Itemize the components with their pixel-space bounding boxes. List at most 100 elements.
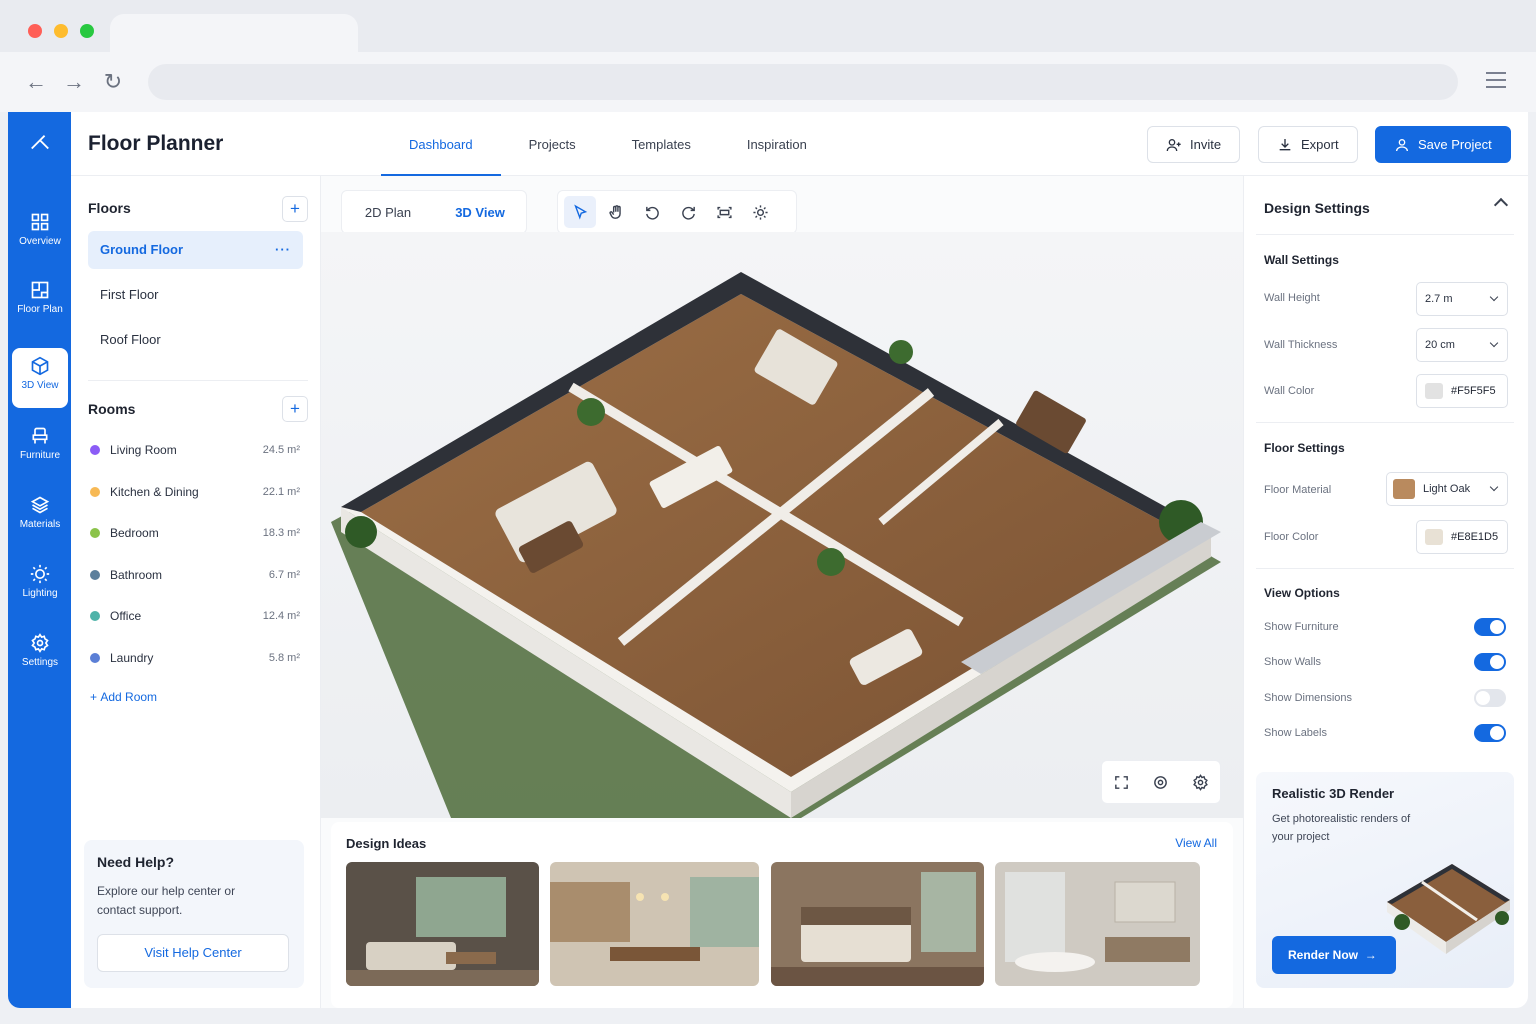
room-item[interactable]: Bedroom 18.3 m² xyxy=(90,523,300,543)
fullscreen-icon[interactable] xyxy=(1113,774,1130,791)
floor-item-roof[interactable]: Roof Floor xyxy=(88,321,303,359)
rail-label: Settings xyxy=(21,657,59,668)
rail-item-furniture[interactable]: Furniture xyxy=(12,418,68,478)
browser-menu-icon[interactable] xyxy=(1486,72,1506,88)
wall-settings-title: Wall Settings xyxy=(1264,253,1339,267)
show-labels-label: Show Labels xyxy=(1264,727,1327,739)
rotate-left-tool[interactable] xyxy=(636,196,668,228)
icon-rail: Overview Floor Plan 3D View Furniture Ma… xyxy=(8,112,71,1008)
more-icon[interactable]: ··· xyxy=(275,231,291,269)
toggle-3d-view[interactable]: 3D View xyxy=(434,191,526,233)
rail-item-floor-plan[interactable]: Floor Plan xyxy=(12,272,68,332)
divider xyxy=(1256,568,1514,569)
view-controls xyxy=(1101,760,1221,804)
add-room-plus-button[interactable]: + xyxy=(282,396,308,422)
room-item[interactable]: Bathroom 6.7 m² xyxy=(90,565,300,585)
tab-templates[interactable]: Templates xyxy=(604,112,719,176)
frame-tool[interactable] xyxy=(708,196,740,228)
design-ideas-title: Design Ideas xyxy=(346,836,427,851)
add-user-icon xyxy=(1166,138,1181,151)
show-walls-toggle[interactable] xyxy=(1474,653,1506,671)
app-header: Floor Planner Dashboard Projects Templat… xyxy=(71,112,1528,176)
user-icon xyxy=(1396,138,1408,151)
camera-icon[interactable] xyxy=(1152,774,1169,791)
tab-projects[interactable]: Projects xyxy=(501,112,604,176)
rail-item-overview[interactable]: Overview xyxy=(12,204,68,264)
show-furniture-toggle[interactable] xyxy=(1474,618,1506,636)
divider xyxy=(1256,234,1514,235)
download-icon xyxy=(1279,138,1291,150)
visit-help-center-button[interactable]: Visit Help Center xyxy=(97,934,289,972)
gear-icon[interactable] xyxy=(1192,773,1209,791)
show-labels-toggle[interactable] xyxy=(1474,724,1506,742)
wall-thickness-select[interactable]: 20 cm xyxy=(1416,328,1508,362)
pan-tool[interactable] xyxy=(600,196,632,228)
rooms-title: Rooms xyxy=(88,401,136,417)
rail-item-3d-view[interactable]: 3D View xyxy=(12,348,68,408)
address-bar[interactable] xyxy=(148,64,1458,100)
plus-icon: + xyxy=(90,690,101,704)
chevron-down-icon xyxy=(1489,292,1499,302)
shrub xyxy=(345,516,377,548)
select-tool[interactable] xyxy=(564,196,596,228)
room-item[interactable]: Kitchen & Dining 22.1 m² xyxy=(90,482,300,502)
cube-icon xyxy=(31,356,49,376)
add-floor-button[interactable]: + xyxy=(282,196,308,222)
room-item[interactable]: Office 12.4 m² xyxy=(90,606,300,626)
minimize-window-icon[interactable] xyxy=(54,24,68,38)
room-area: 12.4 m² xyxy=(262,610,300,622)
browser-nav-row: ← → ↻ xyxy=(0,52,1536,112)
chevron-down-icon xyxy=(1489,338,1499,348)
floor-material-value: Light Oak xyxy=(1423,483,1471,495)
wall-height-value: 2.7 m xyxy=(1425,293,1453,305)
wall-height-select[interactable]: 2.7 m xyxy=(1416,282,1508,316)
rail-item-lighting[interactable]: Lighting xyxy=(12,556,68,616)
room-item[interactable]: Laundry 5.8 m² xyxy=(90,648,300,668)
divider xyxy=(1256,422,1514,423)
room-item[interactable]: Living Room 24.5 m² xyxy=(90,440,300,460)
chevron-up-icon[interactable] xyxy=(1493,197,1509,213)
view-all-link[interactable]: View All xyxy=(1175,836,1217,850)
room-name: Bedroom xyxy=(110,526,159,540)
export-button[interactable]: Export xyxy=(1258,126,1358,163)
show-dimensions-toggle[interactable] xyxy=(1474,689,1506,707)
design-idea-dining[interactable] xyxy=(550,862,759,986)
design-idea-living-room[interactable] xyxy=(346,862,539,986)
room-color-swatch xyxy=(90,528,100,538)
rail-item-materials[interactable]: Materials xyxy=(12,487,68,547)
floors-title: Floors xyxy=(88,200,131,216)
room-color-swatch xyxy=(90,445,100,455)
app-window: Overview Floor Plan 3D View Furniture Ma… xyxy=(8,112,1528,1008)
invite-button[interactable]: Invite xyxy=(1147,126,1241,163)
save-project-button[interactable]: Save Project xyxy=(1375,126,1511,163)
room-area: 6.7 m² xyxy=(268,569,300,581)
gear-icon xyxy=(31,633,49,653)
forward-arrow-icon[interactable]: → xyxy=(62,70,86,94)
rail-item-settings[interactable]: Settings xyxy=(12,625,68,685)
reload-icon[interactable]: ↻ xyxy=(101,70,125,94)
floor-item-first[interactable]: First Floor xyxy=(88,276,303,314)
design-idea-bathroom[interactable] xyxy=(995,862,1200,986)
view-options-title: View Options xyxy=(1264,586,1340,600)
lighting-tool[interactable] xyxy=(744,196,776,228)
floor-material-select[interactable]: Light Oak xyxy=(1386,472,1508,506)
close-window-icon[interactable] xyxy=(28,24,42,38)
design-idea-bedroom[interactable] xyxy=(771,862,984,986)
floor-color-input[interactable]: #E8E1D5 xyxy=(1416,520,1508,554)
rotate-right-tool[interactable] xyxy=(672,196,704,228)
back-arrow-icon[interactable]: ← xyxy=(24,70,48,94)
floor-color-chip xyxy=(1425,529,1443,545)
design-settings-panel: Design Settings Wall Settings Wall Heigh… xyxy=(1243,176,1528,1008)
tab-inspiration[interactable]: Inspiration xyxy=(719,112,835,176)
show-walls-label: Show Walls xyxy=(1264,656,1322,668)
toggle-2d-plan[interactable]: 2D Plan xyxy=(342,191,434,233)
arrow-right-icon: → xyxy=(1361,948,1377,962)
floor-item-ground[interactable]: Ground Floor ··· xyxy=(88,231,303,269)
3d-house-view[interactable] xyxy=(321,232,1243,818)
add-room-button[interactable]: + Add Room xyxy=(90,690,157,704)
maximize-window-icon[interactable] xyxy=(80,24,94,38)
wall-color-input[interactable]: #F5F5F5 xyxy=(1416,374,1508,408)
tab-dashboard[interactable]: Dashboard xyxy=(381,112,501,176)
render-now-button[interactable]: Render Now → xyxy=(1272,936,1396,974)
room-name: Laundry xyxy=(110,651,154,665)
